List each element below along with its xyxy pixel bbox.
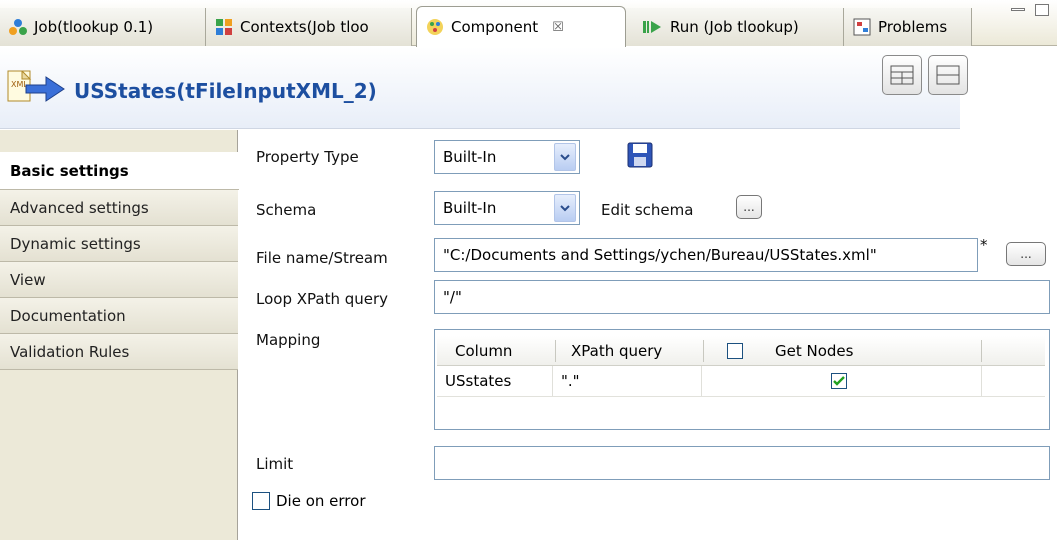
file-name-label: File name/Stream [256,249,388,267]
tab-component-label: Component [451,18,539,36]
run-icon [643,21,661,33]
tab-job-label: Job(tlookup 0.1) [34,18,154,36]
mapping-label: Mapping [256,331,321,349]
window-controls [1011,4,1049,16]
editor-tab-strip: Job(tlookup 0.1) Contexts(Job tloo Compo… [0,0,1057,47]
xml-input-icon: XML [7,70,65,102]
get-nodes-checkbox[interactable] [831,373,847,389]
limit-label: Limit [256,455,294,473]
layout-buttons [882,55,968,95]
die-on-error-label: Die on error [276,492,366,510]
sidebar-item-view[interactable]: View [0,262,238,298]
file-name-required-marker: * [980,236,988,254]
property-type-value: Built-In [443,148,497,166]
chevron-down-icon[interactable] [554,143,576,171]
tab-run[interactable]: Run (Job tlookup) [626,8,844,46]
tab-problems[interactable]: Problems [844,8,972,46]
die-on-error-checkbox[interactable] [252,492,270,510]
property-type-select[interactable]: Built-In [434,140,580,174]
contexts-icon [216,19,232,35]
checkmark-icon [833,376,845,386]
sidebar-item-validation-rules[interactable]: Validation Rules [0,334,238,370]
die-on-error-option[interactable]: Die on error [252,492,365,510]
component-icon [427,19,443,35]
edit-schema-button[interactable]: ... [736,195,762,219]
grid-layout-button[interactable] [882,55,922,95]
tab-contexts-label: Contexts(Job tloo [240,18,369,36]
maximize-icon[interactable] [1035,4,1049,16]
sidebar-item-dynamic-settings[interactable]: Dynamic settings [0,226,238,262]
schema-value: Built-In [443,199,497,217]
mapping-table: Column XPath query Get Nodes USstates ".… [434,329,1050,430]
mapping-row-xpath[interactable]: "." [561,366,580,396]
tab-component[interactable]: Component ☒ [416,6,626,47]
schema-label: Schema [256,201,317,219]
component-title: USStates(tFileInputXML_2) [74,79,377,103]
xpath-header[interactable]: XPath query [571,336,662,366]
loop-xpath-input[interactable]: "/" [434,280,1050,314]
tab-problems-label: Problems [878,18,948,36]
settings-sidebar: Basic settings Advanced settings Dynamic… [0,130,239,540]
sidebar-item-documentation[interactable]: Documentation [0,298,238,334]
row-layout-icon [936,65,960,85]
save-icon[interactable] [626,141,654,169]
tab-job[interactable]: Job(tlookup 0.1) [0,8,206,46]
property-type-label: Property Type [256,148,359,166]
browse-file-button[interactable]: ... [1006,242,1046,266]
limit-input[interactable] [434,446,1050,480]
get-nodes-header-checkbox-wrap[interactable] [727,336,743,366]
get-nodes-header-checkbox[interactable] [727,343,743,359]
tab-run-label: Run (Job tlookup) [670,18,799,36]
grid-layout-icon [890,65,914,85]
job-icon [9,19,27,35]
sidebar-item-basic-settings[interactable]: Basic settings [0,152,239,190]
mapping-table-header: Column XPath query Get Nodes [437,336,1045,366]
file-name-input[interactable]: "C:/Documents and Settings/ychen/Bureau/… [434,238,978,272]
schema-select[interactable]: Built-In [434,191,580,225]
column-header[interactable]: Column [455,336,512,366]
mapping-row-get-nodes[interactable] [831,366,847,396]
edit-schema-label: Edit schema [601,201,694,219]
close-tab-icon[interactable]: ☒ [552,20,564,35]
table-row-divider [437,396,1045,397]
get-nodes-header[interactable]: Get Nodes [775,336,853,366]
row-layout-button[interactable] [928,55,968,95]
sidebar-item-advanced-settings[interactable]: Advanced settings [0,190,238,226]
tab-contexts[interactable]: Contexts(Job tloo [206,8,412,46]
chevron-down-icon[interactable] [554,194,576,222]
loop-xpath-label: Loop XPath query [256,290,389,308]
minimize-icon[interactable] [1011,8,1025,11]
component-header: XML USStates(tFileInputXML_2) [0,47,968,129]
problems-icon [853,18,871,36]
mapping-row-column[interactable]: USstates [445,366,511,396]
